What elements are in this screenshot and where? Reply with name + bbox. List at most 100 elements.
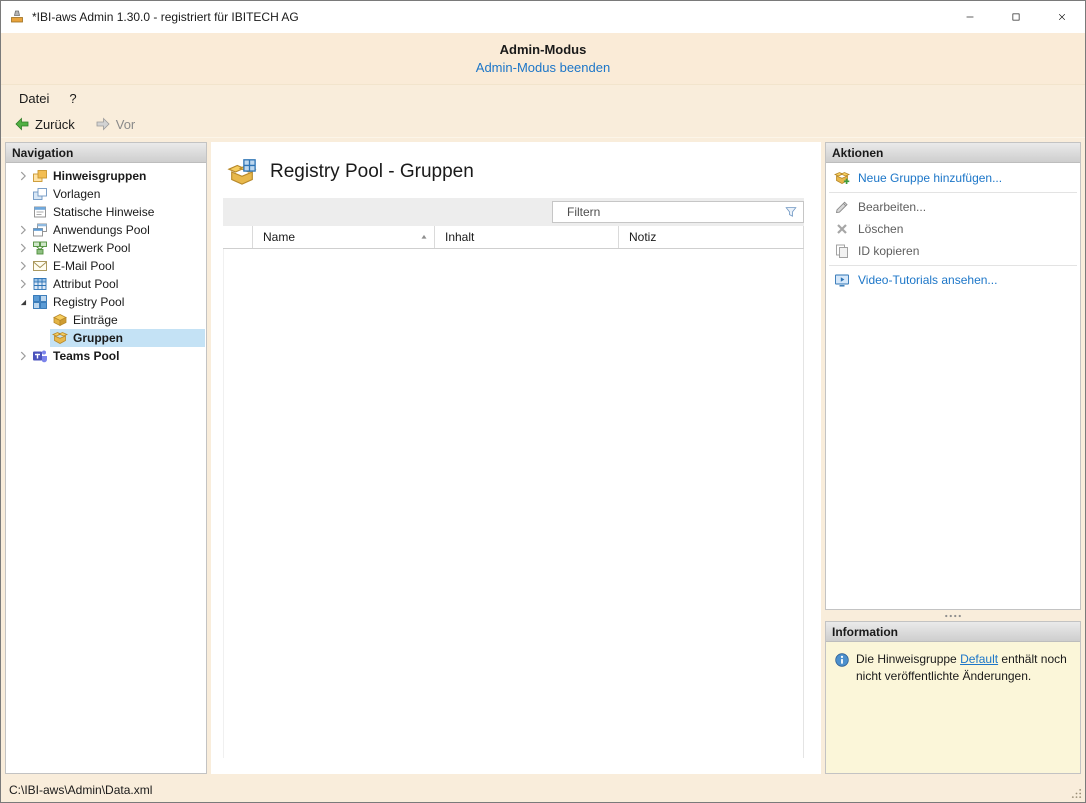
- action-edit[interactable]: Bearbeiten...: [826, 196, 1080, 218]
- registry-pool-groups-icon: [227, 157, 257, 187]
- table-body: [223, 249, 804, 758]
- column-label: Notiz: [629, 230, 657, 244]
- actions-panel: Aktionen Neue Gruppe hinzufügen... Bearbe…: [825, 142, 1081, 610]
- tree-item-statische-hinweise[interactable]: Statische Hinweise: [6, 203, 205, 221]
- tree-item-teams-pool[interactable]: Teams Pool: [6, 347, 205, 365]
- tree-item-content: Registry Pool: [30, 293, 205, 311]
- copy-icon: [834, 243, 850, 259]
- tree-item-gruppen[interactable]: Gruppen: [6, 329, 205, 347]
- action-add-group[interactable]: Neue Gruppe hinzufügen...: [826, 167, 1080, 189]
- tree-item-label: Statische Hinweise: [53, 205, 155, 219]
- application-pool-icon: [32, 222, 48, 238]
- window-controls: [947, 1, 1085, 33]
- tree-item-label: Hinweisgruppen: [53, 169, 147, 183]
- admin-mode-title: Admin-Modus: [499, 42, 587, 57]
- chevron-right-icon[interactable]: [15, 259, 30, 274]
- actions-panel-header: Aktionen: [826, 143, 1080, 163]
- tree-item-eintraege[interactable]: Einträge: [6, 311, 205, 329]
- chevron-right-icon[interactable]: [15, 241, 30, 256]
- tree-item-content: Teams Pool: [30, 347, 205, 365]
- tree-item-content: Statische Hinweise: [30, 203, 205, 221]
- filter-box: [552, 201, 804, 223]
- tree-item-registry-pool[interactable]: Registry Pool: [6, 293, 205, 311]
- tree-item-label: Netzwerk Pool: [53, 241, 131, 255]
- tree-item-email-pool[interactable]: E-Mail Pool: [6, 257, 205, 275]
- tree-item-label: Registry Pool: [53, 295, 125, 309]
- column-label: Name: [263, 230, 296, 244]
- forward-button-label: Vor: [115, 116, 136, 132]
- info-icon: [834, 652, 850, 668]
- window-title: *IBI-aws Admin 1.30.0 - registriert für …: [32, 10, 299, 24]
- edit-icon: [834, 199, 850, 215]
- tree-item-label: Gruppen: [73, 331, 123, 345]
- information-panel: Information Die Hinweisgruppe Default en…: [825, 621, 1081, 774]
- menu-datei[interactable]: Datei: [9, 88, 59, 109]
- forward-button[interactable]: Vor: [91, 114, 140, 134]
- info-text-before: Die Hinweisgruppe: [856, 652, 961, 666]
- tree-item-label: Einträge: [73, 313, 118, 327]
- information-message: Die Hinweisgruppe Default enthält noch n…: [856, 651, 1072, 685]
- action-video-tutorials[interactable]: Video-Tutorials ansehen...: [826, 269, 1080, 291]
- actions-list: Neue Gruppe hinzufügen... Bearbeiten... Lö…: [826, 163, 1080, 291]
- tree-item-hinweisgruppen[interactable]: Hinweisgruppen: [6, 167, 205, 185]
- chevron-right-icon[interactable]: [15, 277, 30, 292]
- column-header-inhalt[interactable]: Inhalt: [435, 226, 619, 248]
- tree-item-label: Anwendungs Pool: [53, 223, 150, 237]
- information-content: Die Hinweisgruppe Default enthält noch n…: [826, 642, 1080, 773]
- new-group-icon: [834, 170, 850, 186]
- tree-item-content: Gruppen: [50, 329, 205, 347]
- row-header-stub: [223, 226, 253, 248]
- back-button[interactable]: Zurück: [10, 114, 79, 134]
- data-grid: Name Inhalt Notiz: [223, 198, 804, 758]
- tree-item-anwendungs-pool[interactable]: Anwendungs Pool: [6, 221, 205, 239]
- column-header-name[interactable]: Name: [253, 226, 435, 248]
- chevron-right-icon[interactable]: [15, 223, 30, 238]
- maximize-button[interactable]: [993, 1, 1039, 33]
- groups-icon: [52, 330, 68, 346]
- chevron-right-icon[interactable]: [15, 169, 30, 184]
- tree-item-attribut-pool[interactable]: Attribut Pool: [6, 275, 205, 293]
- action-label: Bearbeiten...: [858, 200, 927, 214]
- action-label: Löschen: [858, 222, 904, 236]
- filter-input[interactable]: [553, 205, 779, 219]
- tree-item-content: E-Mail Pool: [30, 257, 205, 275]
- maximize-icon: [1011, 12, 1021, 22]
- action-label: Video-Tutorials ansehen...: [858, 273, 998, 287]
- admin-mode-exit-link[interactable]: Admin-Modus beenden: [476, 60, 610, 75]
- filter-funnel-icon[interactable]: [779, 205, 803, 219]
- network-pool-icon: [32, 240, 48, 256]
- tree-item-content: Vorlagen: [30, 185, 205, 203]
- chevron-right-icon[interactable]: [15, 349, 30, 364]
- entries-icon: [52, 312, 68, 328]
- separator: [829, 265, 1077, 266]
- navigation-tree: Hinweisgruppen Vorlagen Statische Hinweise…: [6, 163, 206, 365]
- tree-item-label: Teams Pool: [53, 349, 120, 363]
- navigation-panel: Navigation Hinweisgruppen Vorlagen Statisc…: [5, 142, 207, 774]
- resize-grip[interactable]: [1070, 787, 1083, 800]
- action-label: Neue Gruppe hinzufügen...: [858, 171, 1003, 185]
- back-arrow-icon: [14, 116, 30, 132]
- tree-item-netzwerk-pool[interactable]: Netzwerk Pool: [6, 239, 205, 257]
- minimize-button[interactable]: [947, 1, 993, 33]
- app-icon: [9, 9, 25, 25]
- tree-item-content: Netzwerk Pool: [30, 239, 205, 257]
- tree-item-label: Vorlagen: [53, 187, 101, 201]
- tree-item-vorlagen[interactable]: Vorlagen: [6, 185, 205, 203]
- column-header-notiz[interactable]: Notiz: [619, 226, 804, 248]
- close-button[interactable]: [1039, 1, 1085, 33]
- action-delete[interactable]: Löschen: [826, 218, 1080, 240]
- default-group-link[interactable]: Default: [960, 652, 998, 666]
- action-label: ID kopieren: [858, 244, 920, 258]
- hint-groups-icon: [32, 168, 48, 184]
- navigation-panel-header: Navigation: [6, 143, 206, 163]
- toolbar: Zurück Vor: [1, 111, 1085, 138]
- menu-help[interactable]: ?: [59, 88, 86, 109]
- chevron-expanded-icon[interactable]: [15, 295, 30, 310]
- templates-icon: [32, 186, 48, 202]
- panel-splitter[interactable]: [825, 610, 1081, 621]
- action-copy-id[interactable]: ID kopieren: [826, 240, 1080, 262]
- separator: [829, 192, 1077, 193]
- teams-pool-icon: [32, 348, 48, 364]
